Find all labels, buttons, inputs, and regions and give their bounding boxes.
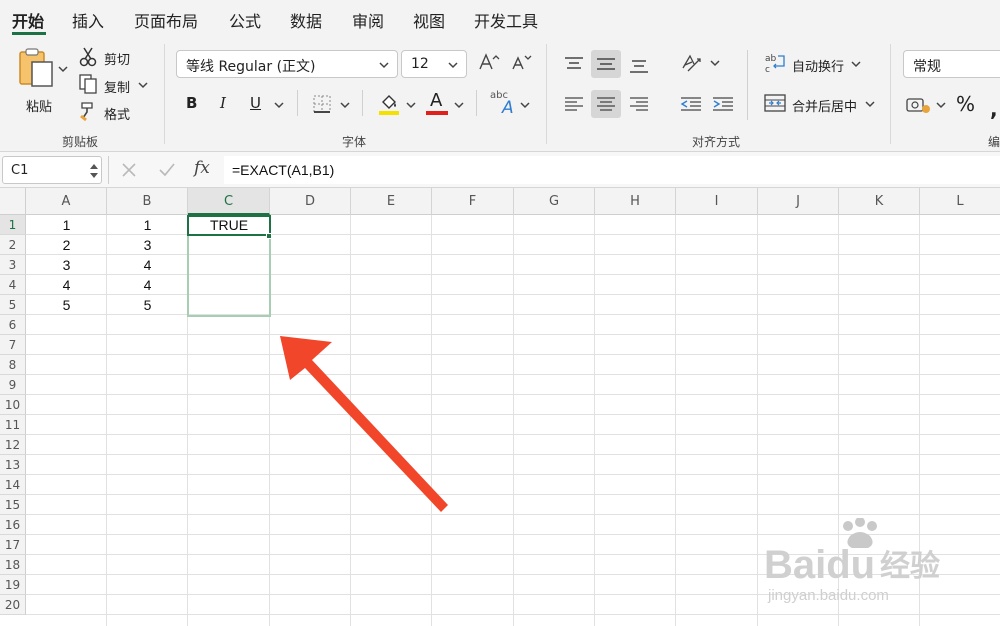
annotation-arrow — [280, 336, 448, 512]
excel-window: 开始 插入 页面布局 公式 数据 审阅 视图 开发工具 粘贴 剪切 复制 格式 … — [0, 0, 1000, 626]
arrow-icon — [280, 336, 448, 512]
